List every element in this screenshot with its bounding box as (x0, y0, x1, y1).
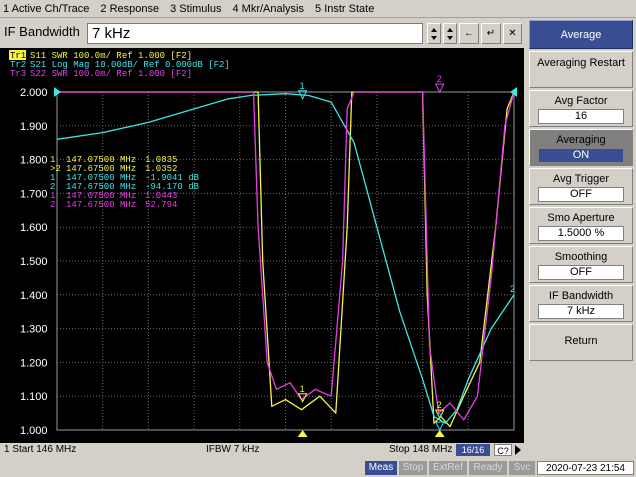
marker-table-number: 2 (50, 200, 55, 210)
trace-line (57, 91, 515, 421)
return-button[interactable]: Return (529, 324, 633, 361)
trace-header-id: Tr3 (10, 69, 26, 79)
trace-header: S22 SWR 100.0m/ Ref 1.000 [F2] (30, 69, 192, 79)
ready-indicator: Ready (469, 461, 507, 475)
menu-instr-state[interactable]: 5 Instr State (315, 3, 374, 15)
if-bandwidth-value: 7 kHz (538, 304, 624, 319)
smoothing-value: OFF (538, 265, 624, 280)
stimulus-marker-icon (297, 430, 308, 437)
smo-aperture-value: 1.5000 % (538, 226, 624, 241)
entry-label: IF Bandwidth (4, 24, 80, 39)
y-tick-label: 1.600 (20, 222, 48, 234)
left-arrow-icon: ← (464, 28, 474, 39)
step-updown-button[interactable] (443, 23, 457, 44)
smoothing-toggle[interactable]: Smoothing OFF (529, 246, 633, 283)
if-bandwidth-input[interactable]: 7 kHz (87, 23, 423, 44)
avg-factor-value: 16 (538, 109, 624, 124)
averaging-restart-button[interactable]: Averaging Restart (529, 51, 633, 88)
smo-aperture-button[interactable]: Smo Aperture 1.5000 % (529, 207, 633, 244)
y-tick-label: 2.000 (20, 87, 48, 99)
close-entry-button[interactable]: ✕ (503, 23, 522, 44)
entry-bar: IF Bandwidth 7 kHz ← ↵ ✕ (0, 20, 524, 47)
avg-trigger-value: OFF (538, 187, 624, 202)
if-bandwidth-button[interactable]: IF Bandwidth 7 kHz (529, 285, 633, 322)
stop-indicator: Stop (399, 461, 427, 475)
extref-indicator: ExtRef (429, 461, 467, 475)
softkey-panel: Average Averaging Restart Avg Factor 16 … (526, 20, 636, 457)
marker-triangle-icon (434, 83, 445, 94)
y-tick-label: 1.300 (20, 324, 48, 336)
marker-label: 2 (437, 74, 442, 84)
avg-trigger-toggle[interactable]: Avg Trigger OFF (529, 168, 633, 205)
y-tick-label: 1.500 (20, 256, 48, 268)
backspace-button[interactable]: ← (459, 23, 479, 44)
averaging-toggle[interactable]: Averaging ON (529, 129, 633, 166)
avg-factor-button[interactable]: Avg Factor 16 (529, 90, 633, 127)
svc-indicator: Svc (509, 461, 535, 475)
meas-indicator: Meas (365, 461, 397, 475)
correction-badge: C? (494, 444, 512, 456)
sweep-count-badge: 16/16 (456, 444, 490, 456)
datetime: 2020-07-23 21:54 (537, 461, 634, 475)
menu-stimulus[interactable]: 3 Stimulus (170, 3, 221, 15)
marker-table-value: 52.794 (145, 200, 177, 210)
scroll-updown-button[interactable] (427, 23, 441, 44)
trace-end-label: 2 (510, 284, 515, 294)
measurement-plot[interactable]: 2.000 1.900 1.800 1.700 1.600 1.500 1.400 1.300… (0, 48, 524, 443)
instrument-status-bar: Meas Stop ExtRef Ready Svc 2020-07-23 21… (0, 459, 636, 477)
y-tick-label: 1.400 (20, 290, 48, 302)
marker-label: 2 (437, 412, 442, 422)
marker-label: 1 (300, 384, 305, 394)
enter-button[interactable]: ↵ (481, 23, 501, 44)
marker-label: 1 (300, 81, 305, 91)
enter-icon: ↵ (486, 28, 496, 39)
y-tick-label: 1.200 (20, 357, 48, 369)
y-tick-label: 1.000 (20, 425, 48, 437)
marker-label: 2 (437, 400, 442, 410)
averaging-value: ON (538, 148, 624, 163)
y-tick-label: 1.800 (20, 155, 48, 167)
stop-frequency[interactable]: Stop 148 MHz (389, 444, 452, 455)
softkey-menu-title: Average (529, 20, 633, 49)
plot-canvas: 2.000 1.900 1.800 1.700 1.600 1.500 1.400 1.300… (9, 50, 517, 437)
channel-arrow-icon (513, 444, 522, 456)
menu-response[interactable]: 2 Response (100, 3, 159, 15)
y-tick-label: 1.100 (20, 391, 48, 403)
if-bandwidth-readout[interactable]: IFBW 7 kHz (206, 444, 259, 455)
start-frequency[interactable]: 1 Start 146 MHz (4, 444, 76, 455)
y-tick-label: 1.900 (20, 121, 48, 133)
updown-arrows-icon (431, 27, 437, 40)
channel-status-bar: 1 Start 146 MHz IFBW 7 kHz Stop 148 MHz … (0, 443, 524, 457)
close-icon: ✕ (508, 28, 517, 39)
y-tick-label: 1.700 (20, 188, 48, 200)
menu-bar: 1 Active Ch/Trace 2 Response 3 Stimulus … (0, 0, 636, 18)
stimulus-marker-icon (434, 430, 445, 437)
updown-arrows-icon (447, 27, 453, 40)
marker-table-frequency: 147.67500 MHz (66, 200, 136, 210)
trace-line (57, 91, 515, 428)
menu-mkr-analysis[interactable]: 4 Mkr/Analysis (232, 3, 304, 15)
vna-window: 1 Active Ch/Trace 2 Response 3 Stimulus … (0, 0, 636, 477)
menu-active-ch-trace[interactable]: 1 Active Ch/Trace (3, 3, 89, 15)
marker-triangle-icon (434, 421, 445, 432)
